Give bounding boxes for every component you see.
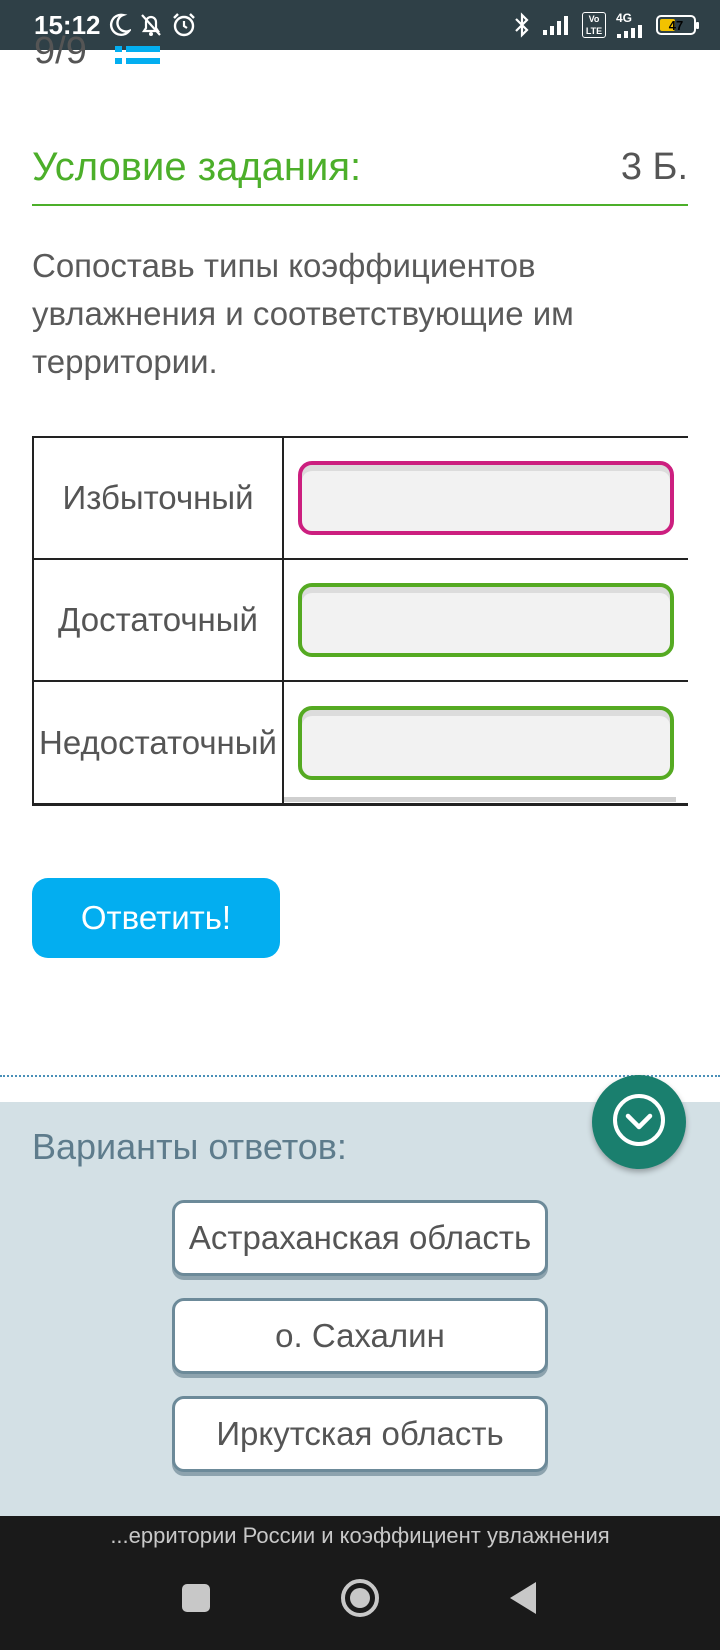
battery-icon: 47 <box>656 15 699 35</box>
drop-slot-2[interactable] <box>298 583 674 657</box>
match-slot-cell <box>284 438 688 558</box>
task-title: Условие задания: <box>32 144 362 189</box>
bluetooth-icon <box>512 12 532 38</box>
options-title: Варианты ответов: <box>32 1126 347 1167</box>
home-button[interactable] <box>338 1578 382 1623</box>
alarm-icon <box>171 12 197 38</box>
drop-slot-1[interactable] <box>298 461 674 535</box>
status-right: Vo LTE 4G 47 <box>512 12 699 38</box>
signal-4g-icon: 4G <box>616 12 646 38</box>
battery-level: 47 <box>668 17 684 33</box>
task-score: 3 Б. <box>620 145 688 188</box>
answer-button[interactable]: Ответить! <box>32 878 280 958</box>
signal-icon <box>542 14 572 36</box>
list-icon[interactable] <box>115 46 161 73</box>
match-row: Недостаточный <box>32 682 688 803</box>
matching-table: Избыточный Достаточный Недостаточный <box>32 436 688 806</box>
network-type-label: 4G <box>616 11 633 25</box>
task-header: Условие задания: 3 Б. <box>32 130 688 206</box>
match-slot-cell <box>284 560 688 680</box>
match-label: Недостаточный <box>32 682 284 803</box>
chevron-down-icon <box>610 1091 668 1154</box>
match-label: Избыточный <box>32 438 284 558</box>
bell-muted-icon <box>139 12 163 38</box>
question-counter: 9/9 <box>34 30 87 72</box>
status-bar: 15:12 Vo LTE 4G 47 <box>0 0 720 50</box>
bottom-caption: ...ерритории России и коэффициент увлажн… <box>0 1516 720 1556</box>
option-card-3[interactable]: Иркутская область <box>172 1396 548 1472</box>
recents-button[interactable] <box>178 1578 214 1623</box>
match-label: Достаточный <box>32 560 284 680</box>
navigation-bar <box>0 1556 720 1650</box>
volte-label: Vo LTE <box>582 12 606 38</box>
back-button[interactable] <box>506 1578 542 1623</box>
scroll-down-button[interactable] <box>592 1075 686 1169</box>
dotted-separator <box>0 1075 720 1077</box>
option-card-2[interactable]: о. Сахалин <box>172 1298 548 1374</box>
drop-slot-3[interactable] <box>298 705 674 780</box>
match-slot-cell <box>284 682 688 803</box>
match-row: Избыточный <box>32 438 688 560</box>
match-row: Достаточный <box>32 560 688 682</box>
task-text: Сопоставь типы коэффициентов увлажнения … <box>32 247 574 380</box>
table-scrollbar[interactable] <box>284 797 676 802</box>
moon-icon <box>109 13 131 37</box>
option-card-1[interactable]: Астраханская область <box>172 1200 548 1276</box>
